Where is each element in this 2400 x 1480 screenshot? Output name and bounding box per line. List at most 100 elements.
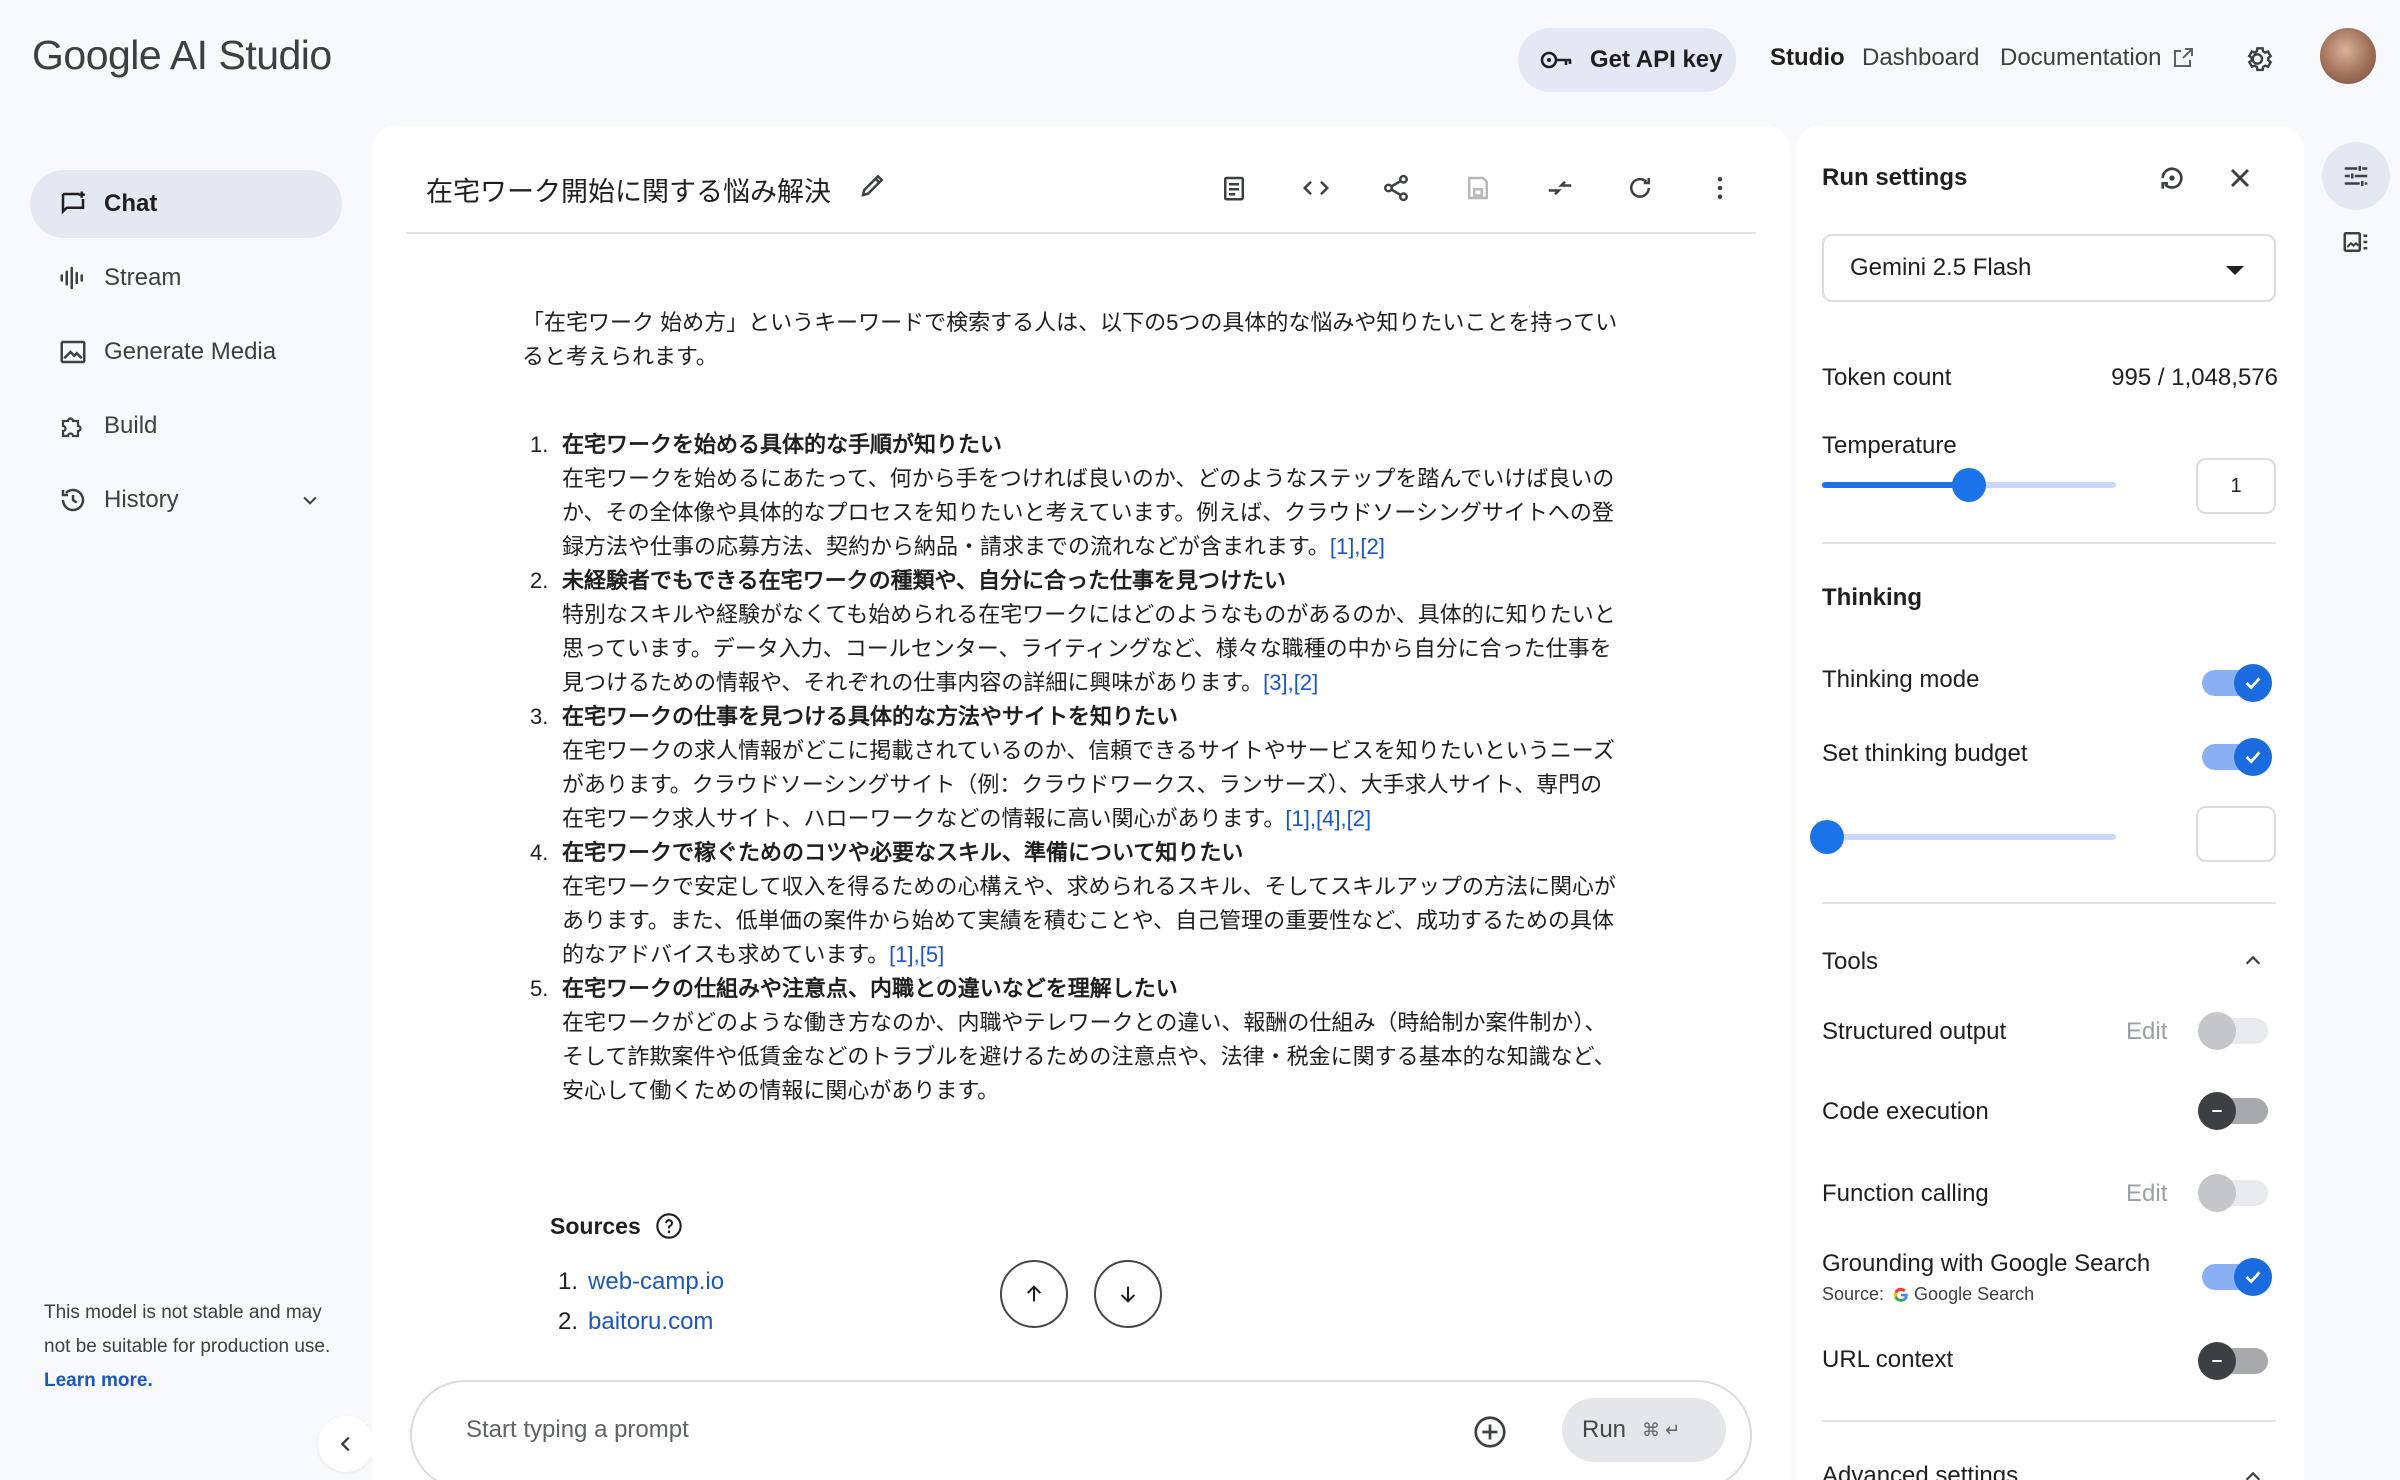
get-code-button[interactable] xyxy=(1298,170,1334,206)
view-text-button[interactable] xyxy=(1216,170,1252,206)
list-item-number: 1. xyxy=(530,432,549,457)
code-execution-toggle[interactable] xyxy=(2198,1092,2268,1130)
temperature-label: Temperature xyxy=(1822,432,1957,459)
citation-link[interactable]: 1 xyxy=(895,942,907,967)
save-button[interactable] xyxy=(1460,170,1496,206)
divider xyxy=(1822,1420,2276,1422)
settings-gear-icon[interactable] xyxy=(2244,43,2276,75)
share-button[interactable] xyxy=(1378,170,1414,206)
list-item-number: 3. xyxy=(530,704,549,729)
thinking-mode-toggle[interactable] xyxy=(2202,664,2272,702)
sidebar-item-stream[interactable]: Stream xyxy=(30,244,342,312)
scroll-up-button[interactable] xyxy=(1000,1260,1068,1328)
advanced-settings-label[interactable]: Advanced settings xyxy=(1822,1462,2018,1480)
thinking-budget-label: Set thinking budget xyxy=(1822,740,2028,767)
list-item-body: 特別なスキルや経験がなくても始められる在宅ワークにはどのようなものがあるのか、具… xyxy=(562,598,1622,700)
tool-label-url-context: URL context xyxy=(1822,1346,1954,1373)
get-api-key-button[interactable]: Get API key xyxy=(1518,28,1736,92)
run-label: Run xyxy=(1582,1416,1627,1443)
reset-button[interactable] xyxy=(1622,170,1658,206)
grounding-source-note: Source: Google Search xyxy=(1822,1284,2034,1305)
divider xyxy=(1822,542,2276,544)
more-options-button[interactable] xyxy=(1702,170,1738,206)
sidebar-item-generate-media[interactable]: Generate Media xyxy=(30,318,342,386)
run-shortcut: ⌘ ↵ xyxy=(1642,1419,1681,1440)
chevron-down-icon[interactable] xyxy=(300,490,320,510)
citation-link[interactable]: 2 xyxy=(1300,670,1312,695)
list-item-number: 2. xyxy=(530,568,549,593)
temperature-slider-fill xyxy=(1822,482,1969,488)
history-icon xyxy=(58,485,88,515)
url-context-toggle[interactable] xyxy=(2198,1342,2268,1380)
add-media-icon[interactable] xyxy=(1472,1414,1508,1450)
grounding-source-prefix: Source: xyxy=(1822,1284,1885,1304)
function-calling-edit-link[interactable]: Edit xyxy=(2126,1180,2167,1208)
header-divider xyxy=(406,232,1756,234)
response-intro: 「在宅ワーク 始め方」というキーワードで検索する人は、以下の5つの具体的な悩みや… xyxy=(522,310,1618,369)
citation-link[interactable]: 3 xyxy=(1269,670,1281,695)
learn-more-link[interactable]: Learn more. xyxy=(44,1370,153,1391)
temperature-slider-thumb[interactable] xyxy=(1952,468,1986,502)
key-icon xyxy=(1540,51,1572,69)
structured-output-toggle[interactable] xyxy=(2198,1012,2268,1050)
refresh-icon xyxy=(1630,177,1650,198)
prompt-bar: Run ⌘ ↵ xyxy=(410,1380,1752,1480)
list-item: 3. 在宅ワークの仕事を見つける具体的な方法やサイトを知りたい 在宅ワークの求人… xyxy=(522,700,1622,836)
sidebar-item-chat[interactable]: Chat xyxy=(30,170,342,238)
edit-title-icon[interactable] xyxy=(858,170,888,200)
media-panel-tab[interactable] xyxy=(2322,208,2390,276)
thinking-budget-slider[interactable] xyxy=(1822,834,2116,840)
thinking-budget-toggle[interactable] xyxy=(2202,738,2272,776)
thinking-budget-input[interactable] xyxy=(2196,806,2276,862)
model-stability-note: This model is not stable and may not be … xyxy=(44,1296,334,1398)
citation-link[interactable]: 2 xyxy=(1353,806,1365,831)
sources-heading: Sources xyxy=(550,1212,683,1240)
chevron-up-icon[interactable] xyxy=(2242,950,2264,972)
model-select[interactable]: Gemini 2.5 Flash xyxy=(1822,234,2276,302)
help-icon[interactable] xyxy=(655,1212,683,1240)
app-logo[interactable]: Google AI Studio xyxy=(32,32,332,79)
check-icon xyxy=(2234,1258,2272,1296)
sidebar-item-build[interactable]: Build xyxy=(30,392,342,460)
grounding-toggle[interactable] xyxy=(2202,1258,2272,1296)
save-disabled-icon xyxy=(1468,176,1488,200)
user-avatar[interactable] xyxy=(2320,28,2376,84)
list-item-text: 特別なスキルや経験がなくても始められる在宅ワークにはどのようなものがあるのか、具… xyxy=(562,602,1616,695)
close-icon[interactable] xyxy=(2224,162,2256,194)
citation-link[interactable]: 5 xyxy=(926,942,938,967)
function-calling-toggle[interactable] xyxy=(2198,1174,2268,1212)
grounding-source-name: Google Search xyxy=(1914,1284,2035,1304)
check-icon xyxy=(2234,664,2272,702)
sidebar-item-history[interactable]: History xyxy=(30,466,342,534)
nav-documentation-label: Documentation xyxy=(2000,44,2162,71)
source-number: 1. xyxy=(558,1268,579,1295)
citation-link[interactable]: 1 xyxy=(1336,534,1348,559)
nav-studio[interactable]: Studio xyxy=(1770,44,1845,72)
scroll-down-button[interactable] xyxy=(1094,1260,1162,1328)
list-item-body: 在宅ワークがどのような働き方なのか、内職やテレワークとの違い、報酬の仕組み（時給… xyxy=(562,1010,1616,1103)
citation-link[interactable]: 4 xyxy=(1322,806,1334,831)
tools-section-label: Tools xyxy=(1822,948,1879,975)
prompt-input[interactable] xyxy=(466,1416,1366,1444)
source-link[interactable]: web-camp.io xyxy=(588,1268,724,1295)
source-link[interactable]: baitoru.com xyxy=(588,1308,713,1335)
tool-label-code-execution: Code execution xyxy=(1822,1098,1989,1125)
run-settings-panel: Run settings Gemini 2.5 Flash Token coun… xyxy=(1796,126,2304,1480)
compare-button[interactable] xyxy=(1542,170,1578,206)
list-item-number: 4. xyxy=(530,840,549,865)
citation-link[interactable]: 2 xyxy=(1367,534,1379,559)
temperature-input[interactable]: 1 xyxy=(2196,458,2276,514)
citation-link[interactable]: 1 xyxy=(1292,806,1304,831)
reset-settings-icon[interactable] xyxy=(2156,162,2188,194)
nav-documentation[interactable]: Documentation xyxy=(2000,44,2195,72)
sidebar-item-label: History xyxy=(104,486,179,513)
run-button[interactable]: Run ⌘ ↵ xyxy=(1562,1398,1726,1462)
google-g-icon xyxy=(1893,1287,1908,1302)
citation-group: [1],[5] xyxy=(889,942,945,967)
structured-output-edit-link[interactable]: Edit xyxy=(2126,1018,2167,1046)
nav-dashboard[interactable]: Dashboard xyxy=(1862,44,1979,72)
chevron-up-icon[interactable] xyxy=(2242,1466,2264,1480)
thinking-budget-slider-thumb[interactable] xyxy=(1810,820,1844,854)
collapse-sidebar-button[interactable] xyxy=(318,1416,374,1472)
run-settings-tab[interactable] xyxy=(2322,142,2390,210)
